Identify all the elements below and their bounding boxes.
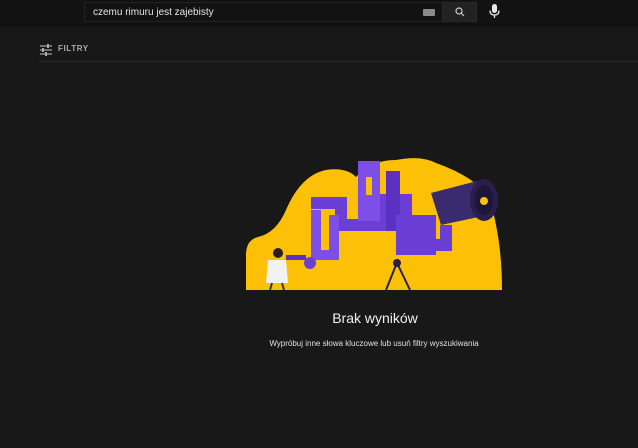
- voice-search-button[interactable]: [486, 3, 504, 21]
- search-box[interactable]: [84, 2, 442, 22]
- filter-sliders-icon: [40, 44, 52, 56]
- empty-state-subtitle: Wypróbuj inne słowa kluczowe lub usuń fi…: [269, 339, 479, 348]
- filter-row[interactable]: FILTRY: [0, 41, 638, 59]
- search-input[interactable]: [93, 5, 413, 20]
- keyboard-icon[interactable]: [423, 9, 435, 16]
- filters-button-label[interactable]: FILTRY: [58, 44, 89, 53]
- no-results-illustration: [246, 158, 502, 291]
- search-icon: [455, 7, 465, 17]
- microphone-icon: [489, 4, 500, 18]
- top-bar: [0, 0, 638, 27]
- empty-state-title: Brak wyników: [332, 310, 418, 326]
- search-button[interactable]: [442, 2, 477, 22]
- divider: [38, 61, 638, 62]
